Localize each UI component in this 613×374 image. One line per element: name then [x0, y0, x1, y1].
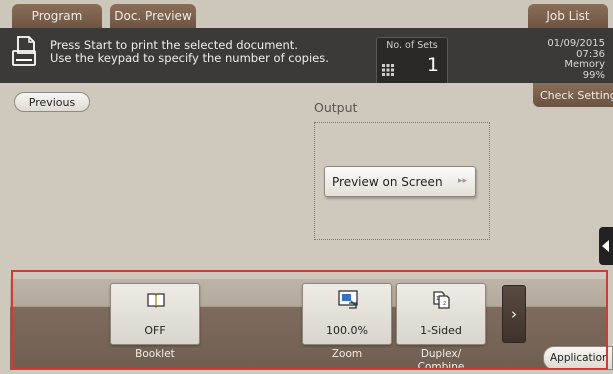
highlight-frame	[11, 270, 608, 370]
tab-program[interactable]: Program	[12, 4, 102, 28]
sets-label: No. of Sets	[386, 40, 438, 51]
status-message-line2: Use the keypad to specify the number of …	[50, 51, 329, 65]
date-text: 01/09/2015	[547, 38, 605, 49]
panel-open-arrow-icon[interactable]	[599, 227, 613, 265]
status-message: Press Start to print the selected docume…	[50, 39, 329, 65]
output-label: Output	[314, 100, 358, 115]
keypad-icon	[382, 64, 394, 76]
tab-job-list[interactable]: Job List	[528, 4, 608, 28]
number-of-sets-box[interactable]: No. of Sets 1	[376, 37, 448, 85]
main-content	[0, 83, 613, 270]
check-setting-button[interactable]: Check Setting	[533, 83, 613, 107]
memory-label: Memory	[564, 59, 605, 70]
tab-doc-preview[interactable]: Doc. Preview	[110, 4, 196, 28]
memory-value: 99%	[582, 69, 605, 81]
date-time-memory: 01/09/2015 07:36 Memory 99%	[515, 38, 605, 81]
document-icon	[12, 36, 36, 66]
preview-on-screen-button[interactable]: Preview on Screen ▸▸	[324, 166, 476, 197]
previous-button[interactable]: Previous	[14, 92, 90, 112]
top-tab-bar: Program Doc. Preview Job List	[0, 0, 613, 28]
preview-on-screen-label: Preview on Screen	[332, 174, 443, 189]
double-chevron-right-icon: ▸▸	[457, 176, 467, 186]
sets-value: 1	[426, 54, 439, 76]
